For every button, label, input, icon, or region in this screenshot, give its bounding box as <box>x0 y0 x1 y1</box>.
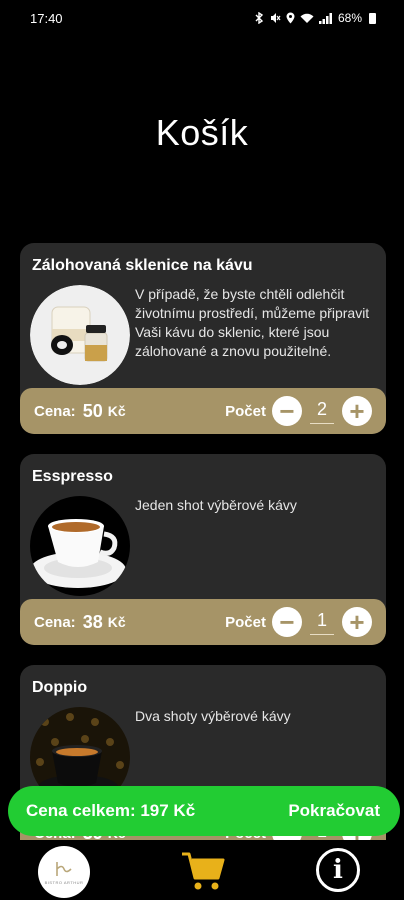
decrease-quantity-button[interactable]: − <box>272 607 302 637</box>
page-title: Košík <box>155 112 249 153</box>
decrease-quantity-button[interactable]: − <box>272 396 302 426</box>
info-icon[interactable]: i <box>316 848 360 892</box>
quantity-value[interactable]: 1 <box>310 610 334 635</box>
status-icons: 68% <box>254 11 376 25</box>
bottom-nav: BISTRO ARTHUR i <box>0 840 404 900</box>
product-image-jar <box>30 285 130 385</box>
product-description: Jeden shot výběrové kávy <box>135 497 297 513</box>
quantity-label: Počet <box>225 613 266 631</box>
product-title: Doppio <box>32 679 88 696</box>
info-glyph: i <box>333 855 343 885</box>
price-bar: Cena: 38 Kč Počet − 1 + <box>20 599 386 645</box>
price-currency: Kč <box>107 403 126 419</box>
bluetooth-icon <box>255 12 264 24</box>
price-label: Cena: <box>34 613 76 631</box>
price-value: 38 <box>82 611 103 632</box>
cart-item: Esspresso Jeden shot výběrové kávy Cena:… <box>20 454 386 645</box>
battery-icon <box>369 12 376 24</box>
price-label: Cena: <box>34 402 76 420</box>
product-title: Zálohovaná sklenice na kávu <box>32 257 253 274</box>
mute-icon <box>270 13 281 23</box>
product-title: Esspresso <box>32 468 113 485</box>
plus-icon: + <box>349 607 365 637</box>
minus-icon: − <box>279 396 295 426</box>
price-bar: Cena: 50 Kč Počet − 2 + <box>20 388 386 434</box>
logo-icon <box>56 861 72 876</box>
checkout-bar[interactable]: Cena celkem: 197 Kč Pokračovat <box>8 786 400 836</box>
status-time: 17:40 <box>30 10 63 26</box>
total-price: Cena celkem: 197 Kč <box>26 801 196 820</box>
status-bar: 17:40 68% <box>0 0 404 36</box>
battery-level: 68% <box>337 11 362 25</box>
increase-quantity-button[interactable]: + <box>342 396 372 426</box>
location-icon <box>286 12 295 24</box>
increase-quantity-button[interactable]: + <box>342 607 372 637</box>
quantity-value[interactable]: 2 <box>310 399 334 424</box>
cart-item: Zálohovaná sklenice na kávu V případě, ž… <box>20 243 386 434</box>
product-description: V případě, že byste chtěli odlehčit živo… <box>135 286 370 359</box>
quantity-label: Počet <box>225 402 266 420</box>
wifi-icon <box>300 13 314 23</box>
logo-text: BISTRO ARTHUR <box>44 879 84 885</box>
continue-button[interactable]: Pokračovat <box>288 801 380 821</box>
price-value: 50 <box>82 400 103 421</box>
signal-icon <box>318 12 332 24</box>
product-image-espresso <box>30 496 130 596</box>
product-description: Dva shoty výběrové kávy <box>135 708 291 724</box>
cart-icon[interactable] <box>180 846 226 892</box>
plus-icon: + <box>349 396 365 426</box>
price-currency: Kč <box>107 614 126 630</box>
minus-icon: − <box>279 607 295 637</box>
nav-home-logo[interactable]: BISTRO ARTHUR <box>38 846 90 898</box>
cart-list[interactable]: Zálohovaná sklenice na kávu V případě, ž… <box>20 243 386 855</box>
